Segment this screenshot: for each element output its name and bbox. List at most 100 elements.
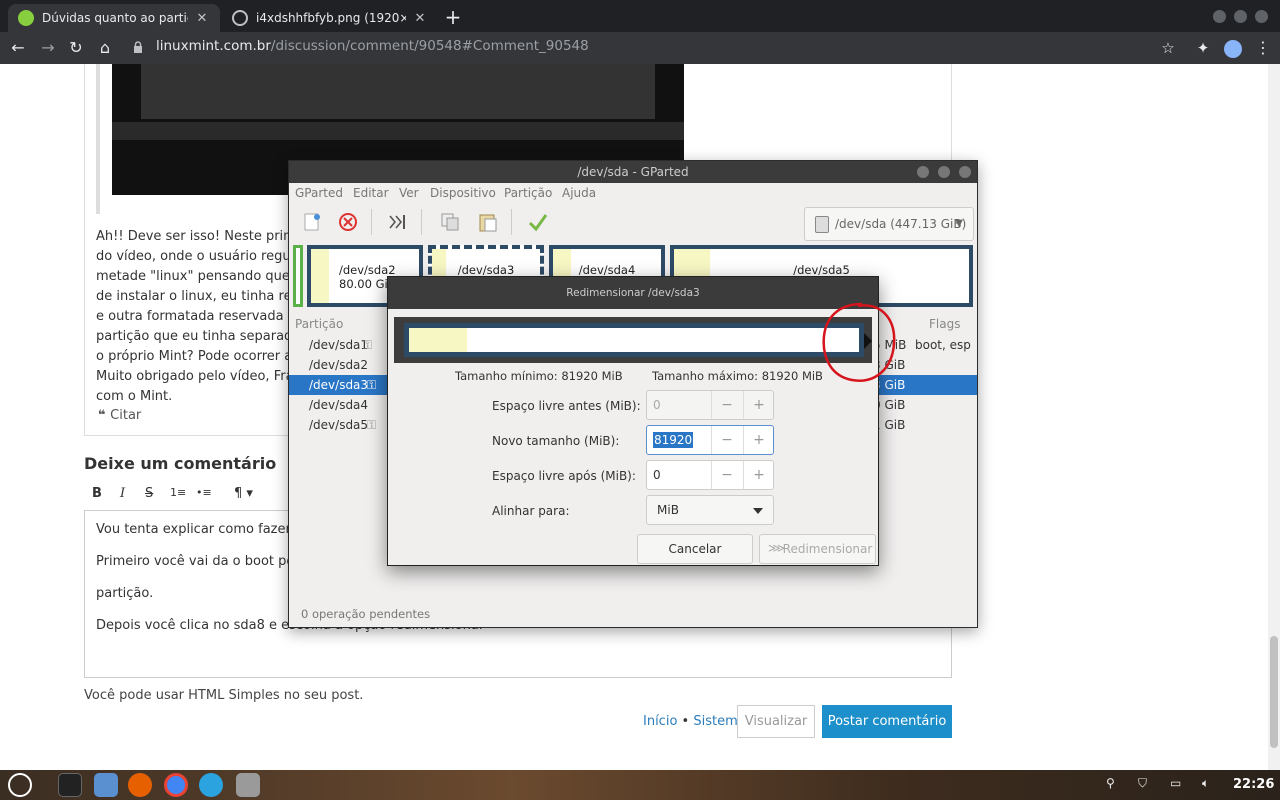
align-select[interactable]: MiB <box>646 495 774 525</box>
back-arrow-icon[interactable]: ← <box>6 36 30 60</box>
post-line: partição que eu tinha separado e <box>96 329 313 344</box>
extensions-puzzle-icon[interactable]: ✦ <box>1191 36 1215 60</box>
sda1-strip[interactable] <box>293 245 303 307</box>
shield-icon[interactable]: ⛉ <box>1138 776 1147 791</box>
min-size-label: Tamanho mínimo: 81920 MiB <box>455 369 623 383</box>
close-button[interactable] <box>959 166 971 178</box>
volume-icon[interactable]: 🔈︎ <box>1202 776 1209 791</box>
paragraph-format-button[interactable]: ¶ ▾ <box>234 486 253 501</box>
resize-bar[interactable] <box>404 323 864 357</box>
scrollbar-thumb[interactable] <box>1270 636 1278 748</box>
tab-title: i4xdshhfbfyb.png (1920×1035) <box>256 11 406 25</box>
key-icon: ⚿ <box>367 378 377 392</box>
maximize-button[interactable] <box>938 166 950 178</box>
italic-button[interactable]: I <box>120 486 125 501</box>
page-scrollbar[interactable] <box>1268 64 1280 770</box>
link-separator: • <box>681 714 690 729</box>
minus-icon[interactable]: − <box>711 426 742 454</box>
minimize-window-button[interactable] <box>1213 10 1226 23</box>
device-label: /dev/sda (447.13 GiB) <box>835 217 967 231</box>
disk-icon <box>815 216 829 233</box>
menu-ver[interactable]: Ver <box>399 186 419 200</box>
notifications-icon[interactable]: ▭ <box>1170 776 1181 790</box>
tab-forum[interactable]: Dúvidas quanto ao particiona ✕ <box>8 4 220 32</box>
close-tab-icon[interactable]: ✕ <box>412 11 428 26</box>
url-host: linuxmint.com.br <box>156 38 271 54</box>
unordered-list-button[interactable]: •≡ <box>196 486 212 499</box>
copy-icon[interactable] <box>439 211 461 233</box>
ordered-list-button[interactable]: 1≡ <box>170 486 186 499</box>
post-line: metade "linux" pensando que am <box>96 269 315 284</box>
menu-ajuda[interactable]: Ajuda <box>562 186 596 200</box>
menu-gparted[interactable]: GParted <box>295 186 343 200</box>
terminal-icon[interactable] <box>58 773 82 797</box>
menu-dispositivo[interactable]: Dispositivo <box>430 186 496 200</box>
gparted-toolbar: /dev/sda (447.13 GiB) ▼ <box>289 203 977 241</box>
paste-icon[interactable] <box>477 211 499 233</box>
device-selector[interactable]: /dev/sda (447.13 GiB) ▼ <box>804 207 974 241</box>
menu-particao[interactable]: Partição <box>504 186 552 200</box>
clock[interactable]: 22:26 <box>1233 777 1274 792</box>
firefox-icon[interactable] <box>128 773 152 797</box>
new-tab-button[interactable]: + <box>442 5 464 29</box>
free-before-label: Espaço livre antes (MiB): <box>492 399 641 413</box>
editor-line: partição. <box>96 586 154 601</box>
browser-tabbar: Dúvidas quanto ao particiona ✕ i4xdshhfb… <box>0 0 1280 32</box>
file-manager-icon[interactable] <box>94 773 118 797</box>
plus-icon[interactable]: + <box>743 461 774 489</box>
reload-icon[interactable]: ↻ <box>64 36 88 60</box>
bold-button[interactable]: B <box>92 486 102 501</box>
delete-partition-icon[interactable] <box>337 211 359 233</box>
minus-icon[interactable]: − <box>711 461 742 489</box>
apply-checkmark-icon[interactable] <box>527 211 549 233</box>
col-flags-header[interactable]: Flags <box>929 317 960 331</box>
menu-editar[interactable]: Editar <box>353 186 389 200</box>
chrome-icon[interactable] <box>164 773 188 797</box>
tab-title: Dúvidas quanto ao particiona <box>42 11 188 25</box>
linuxmint-favicon-icon <box>18 10 34 26</box>
resize-move-icon[interactable] <box>387 211 409 233</box>
location-icon[interactable]: ⚲ <box>1106 776 1115 790</box>
resize-button[interactable]: ⋙ Redimensionar <box>759 534 876 564</box>
minus-icon[interactable]: − <box>711 391 742 419</box>
lock-icon[interactable] <box>133 41 143 53</box>
link-inicio[interactable]: Início <box>643 714 677 729</box>
telegram-icon[interactable] <box>199 773 223 797</box>
close-window-button[interactable] <box>1255 10 1268 23</box>
quote-link[interactable]: ❝ Citar <box>98 408 141 423</box>
cancel-button[interactable]: Cancelar <box>637 534 753 564</box>
post-line: o próprio Mint? Pode ocorrer algu <box>96 349 313 364</box>
address-bar[interactable]: linuxmint.com.br/discussion/comment/9054… <box>156 38 589 54</box>
profile-avatar-icon[interactable] <box>1221 36 1245 60</box>
minimize-button[interactable] <box>917 166 929 178</box>
home-icon[interactable]: ⌂ <box>93 36 117 60</box>
free-before-spinner[interactable]: 0 − + <box>646 390 774 420</box>
tab-image[interactable]: i4xdshhfbfyb.png (1920×1035) ✕ <box>222 4 438 32</box>
maximize-window-button[interactable] <box>1234 10 1247 23</box>
new-partition-icon[interactable] <box>301 211 323 233</box>
footer-links: Início • Sistema <box>643 714 746 729</box>
gparted-title: /dev/sda - GParted <box>577 165 689 179</box>
quote-icon: ❝ <box>98 408 111 423</box>
forward-arrow-icon[interactable]: → <box>36 36 60 60</box>
toolbar-separator <box>371 209 372 235</box>
bookmark-star-icon[interactable]: ☆ <box>1156 36 1180 60</box>
post-comment-button[interactable]: Postar comentário <box>822 705 952 738</box>
align-label: Alinhar para: <box>492 504 570 518</box>
free-after-spinner[interactable]: 0 − + <box>646 460 774 490</box>
col-partition-header[interactable]: Partição <box>295 317 343 331</box>
preview-button[interactable]: Visualizar <box>737 705 815 738</box>
status-bar: 0 operação pendentes <box>301 607 431 621</box>
taskbar: ⚲ ⛉ ▭ 🔈︎ 22:26 <box>0 770 1280 800</box>
mint-menu-icon[interactable] <box>8 773 32 797</box>
close-tab-icon[interactable]: ✕ <box>194 11 210 26</box>
gparted-taskbar-icon[interactable] <box>236 773 260 797</box>
plus-icon[interactable]: + <box>743 391 774 419</box>
gparted-menubar: GParted Editar Ver Dispositivo Partição … <box>289 183 977 203</box>
globe-icon <box>232 10 248 26</box>
strikethrough-button[interactable]: S <box>145 486 153 501</box>
plus-icon[interactable]: + <box>743 426 774 454</box>
new-size-spinner[interactable]: 81920 − + <box>646 425 774 455</box>
usage-fill <box>409 328 467 352</box>
browser-menu-icon[interactable]: ⋮ <box>1251 36 1275 60</box>
